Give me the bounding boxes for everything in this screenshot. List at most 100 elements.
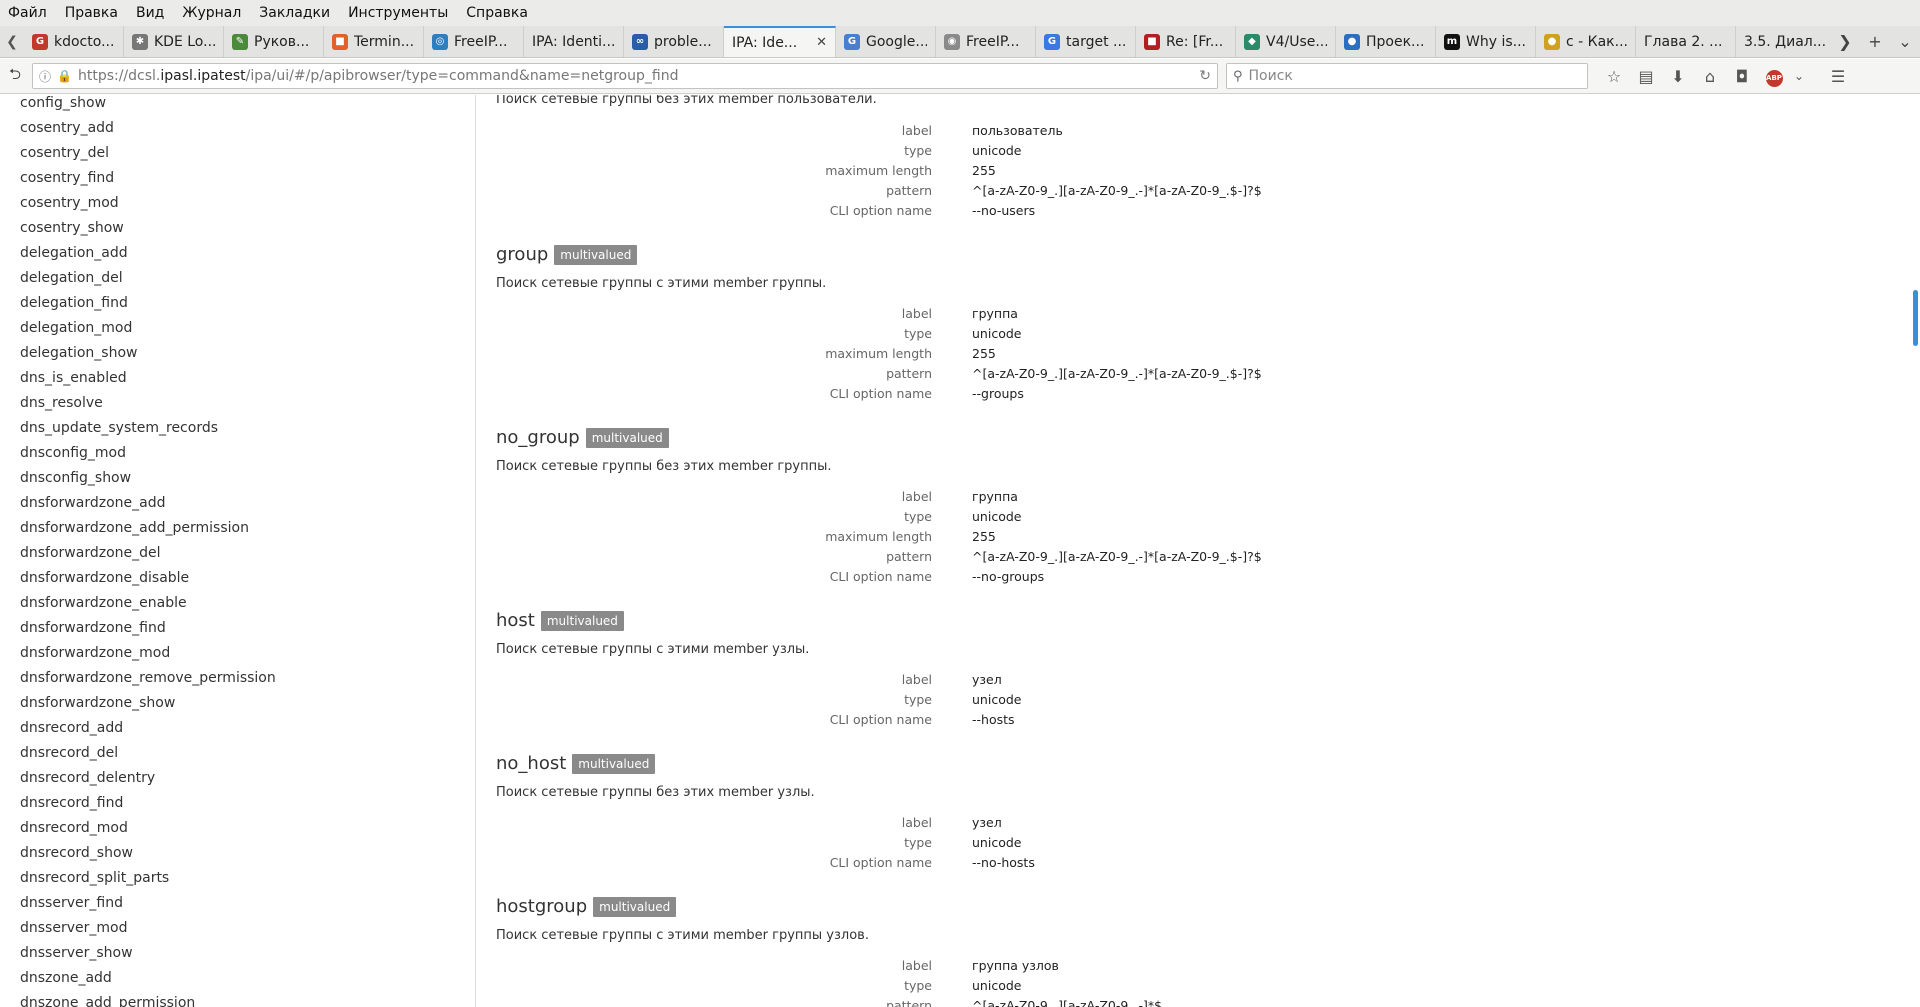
menu-item[interactable]: Вид: [136, 5, 164, 21]
sidebar-command-link[interactable]: dnsconfig_show: [20, 470, 131, 486]
sidebar-command-link[interactable]: config_show: [20, 95, 106, 111]
adblock-dropdown-icon[interactable]: ⌄: [1790, 69, 1808, 83]
browser-tab[interactable]: ● Проек...: [1336, 26, 1436, 57]
sidebar-command-link[interactable]: dnszone_add_permission: [20, 995, 195, 1007]
all-tabs-icon[interactable]: ⌄: [1890, 32, 1920, 51]
sidebar-command-link[interactable]: cosentry_find: [20, 170, 114, 186]
sidebar-command-link[interactable]: dnsserver_mod: [20, 920, 127, 936]
sidebar-command-link[interactable]: delegation_del: [20, 270, 123, 286]
sidebar-command-link[interactable]: dns_update_system_records: [20, 420, 218, 436]
browser-tab[interactable]: Глава 2. ...: [1636, 26, 1736, 57]
tab-favicon-icon: G: [1044, 33, 1060, 50]
sidebar-command-link[interactable]: dnsforwardzone_find: [20, 620, 166, 636]
sidebar-command-link[interactable]: delegation_mod: [20, 320, 132, 336]
downloads-icon[interactable]: ⬇: [1662, 67, 1694, 86]
url-text[interactable]: https://dcsl.ipasl.ipatest/ipa/ui/#/p/ap…: [78, 68, 1193, 84]
lock-warning-icon[interactable]: 🔒: [57, 69, 72, 83]
sidebar-command-link[interactable]: dnsforwardzone_del: [20, 545, 161, 561]
new-tab-icon[interactable]: +: [1860, 32, 1890, 51]
sidebar-command-link[interactable]: dnszone_add: [20, 970, 112, 986]
bookmark-star-icon[interactable]: ☆: [1598, 67, 1630, 86]
tab-favicon-icon: ✱: [132, 33, 148, 50]
tab-favicon-icon: ■: [1144, 33, 1160, 50]
property-label: CLI option name: [829, 712, 932, 727]
browser-tab[interactable]: m Why is...: [1436, 26, 1536, 57]
parameter-name: hostgroup multivalued: [496, 896, 677, 917]
menu-item[interactable]: Правка: [65, 5, 118, 21]
tab-label: proble...: [654, 33, 712, 50]
browser-tab[interactable]: Gkdocto...: [24, 26, 124, 57]
menu-item[interactable]: Инструменты: [348, 5, 448, 21]
property-label: type: [904, 509, 932, 524]
scrollbar-thumb[interactable]: [1913, 290, 1918, 346]
sidebar-command-link[interactable]: dnsrecord_mod: [20, 820, 128, 836]
sidebar-command-link[interactable]: dnsforwardzone_enable: [20, 595, 187, 611]
sidebar-command-link[interactable]: dnsrecord_find: [20, 795, 123, 811]
site-info-icon[interactable]: ⓘ: [39, 68, 51, 85]
reload-icon[interactable]: ↻: [1199, 68, 1211, 84]
sidebar-command-link[interactable]: dnsserver_show: [20, 945, 133, 961]
sidebar-command-link[interactable]: dnsforwardzone_add_permission: [20, 520, 249, 536]
menu-item[interactable]: Файл: [8, 5, 47, 21]
property-label: pattern: [886, 183, 932, 198]
sidebar-command-link[interactable]: cosentry_del: [20, 145, 109, 161]
sidebar-command-link[interactable]: dnsforwardzone_disable: [20, 570, 189, 586]
property-label: label: [901, 306, 932, 321]
sidebar-command-link[interactable]: cosentry_mod: [20, 195, 119, 211]
sidebar-command-link[interactable]: dnsrecord_del: [20, 745, 118, 761]
url-bar[interactable]: ⓘ 🔒 https://dcsl.ipasl.ipatest/ipa/ui/#/…: [32, 63, 1218, 89]
home-icon[interactable]: ⌂: [1694, 67, 1726, 86]
sidebar-command-link[interactable]: delegation_add: [20, 245, 128, 261]
browser-tab[interactable]: IPA: Identi...: [524, 26, 624, 57]
parameter-description: Поиск сетевые группы с этими member груп…: [496, 276, 827, 291]
browser-tab[interactable]: Gtarget ...: [1036, 26, 1136, 57]
sidebar-command-link[interactable]: dnsrecord_split_parts: [20, 870, 169, 886]
property-label: CLI option name: [829, 855, 932, 870]
search-bar[interactable]: ⚲ Поиск: [1226, 63, 1588, 89]
menu-item[interactable]: Справка: [466, 5, 528, 21]
browser-tab[interactable]: 3.5. Диал...: [1736, 26, 1830, 57]
sidebar-command-link[interactable]: dnsserver_find: [20, 895, 123, 911]
command-sidebar: config_show cosentry_add cosentry_delcosen…: [0, 95, 476, 1007]
sidebar-command-link[interactable]: dnsconfig_mod: [20, 445, 126, 461]
tab-label: KDE Lo...: [154, 33, 215, 50]
sidebar-command-link[interactable]: dnsrecord_show: [20, 845, 133, 861]
sidebar-command-link[interactable]: delegation_show: [20, 345, 137, 361]
browser-tab[interactable]: ◆ V4/Use...: [1236, 26, 1336, 57]
sidebar-command-link[interactable]: dnsrecord_delentry: [20, 770, 155, 786]
sidebar-command-link[interactable]: dnsforwardzone_show: [20, 695, 175, 711]
sidebar-command-link[interactable]: delegation_find: [20, 295, 128, 311]
command-details: Поиск сетевые группы без этих member пол…: [477, 95, 1900, 1007]
reading-list-icon[interactable]: ▤: [1630, 67, 1662, 86]
browser-tab[interactable]: ∞ proble...: [624, 26, 724, 57]
sidebar-command-link[interactable]: dnsrecord_add: [20, 720, 123, 736]
sidebar-command-link[interactable]: dnsforwardzone_add: [20, 495, 165, 511]
hamburger-menu-icon[interactable]: ☰: [1822, 67, 1854, 86]
browser-tab[interactable]: ◉ FreeIP...: [936, 26, 1036, 57]
tab-close-icon[interactable]: ✕: [812, 35, 827, 50]
menu-item[interactable]: Закладки: [259, 5, 330, 21]
adblock-icon[interactable]: ABP: [1758, 65, 1790, 87]
browser-tab[interactable]: ■ Re: [Fr...: [1136, 26, 1236, 57]
property-value: ^[a-zA-Z0-9_.][a-zA-Z0-9_.-]*$: [972, 998, 1163, 1007]
tab-favicon-icon: G: [844, 33, 860, 50]
browser-tab[interactable]: ✎ Руков...: [224, 26, 324, 57]
browser-tab[interactable]: ● c - Как...: [1536, 26, 1636, 57]
pocket-icon[interactable]: ◘: [1726, 67, 1758, 86]
tabs-scroll-right-icon[interactable]: ❯: [1830, 32, 1860, 51]
browser-tab[interactable]: IPA: Ide... ✕: [724, 26, 836, 57]
tabs-scroll-left-icon[interactable]: ❮: [0, 26, 24, 57]
sidebar-command-link[interactable]: dns_is_enabled: [20, 370, 127, 386]
browser-tab[interactable]: ■ Termin...: [324, 26, 424, 57]
property-value: ^[a-zA-Z0-9_.][a-zA-Z0-9_.-]*[a-zA-Z0-9_…: [972, 549, 1262, 564]
sidebar-command-link[interactable]: cosentry_add: [20, 120, 114, 136]
sidebar-command-link[interactable]: dns_resolve: [20, 395, 103, 411]
browser-tab[interactable]: ✱ KDE Lo...: [124, 26, 224, 57]
browser-tab[interactable]: ◎ FreeIP...: [424, 26, 524, 57]
sidebar-command-link[interactable]: dnsforwardzone_mod: [20, 645, 170, 661]
sidebar-command-link[interactable]: cosentry_show: [20, 220, 124, 236]
menu-item[interactable]: Журнал: [182, 5, 241, 21]
sidebar-command-link[interactable]: dnsforwardzone_remove_permission: [20, 670, 276, 686]
back-button[interactable]: ⮌: [0, 63, 30, 89]
browser-tab[interactable]: G Google...: [836, 26, 936, 57]
